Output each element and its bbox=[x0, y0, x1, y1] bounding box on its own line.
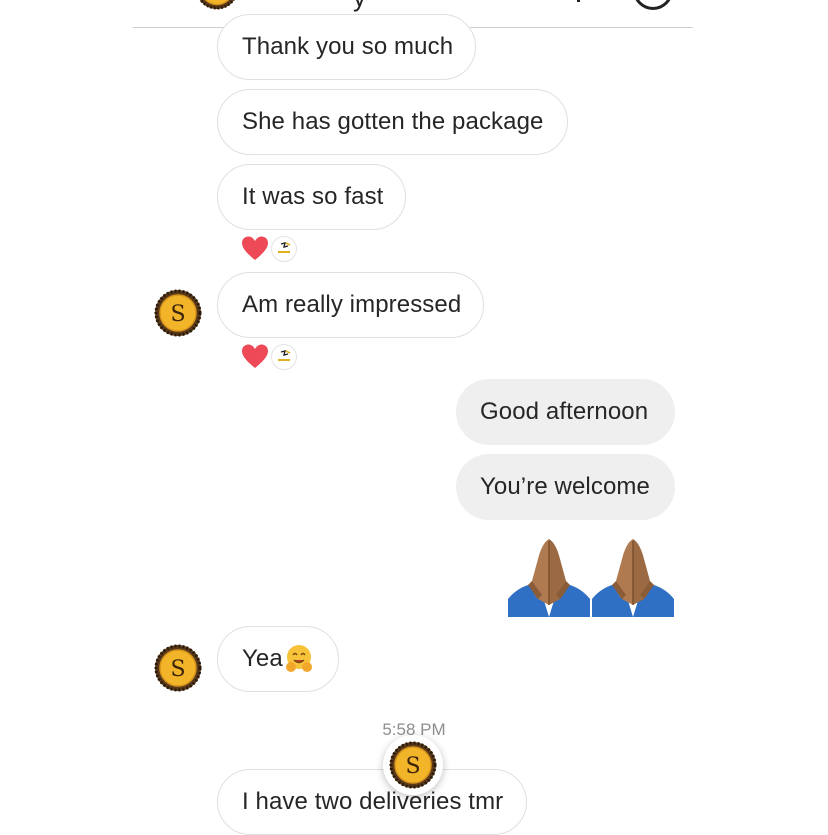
message-text: I have two deliveries tmr bbox=[242, 788, 504, 815]
heart-icon bbox=[241, 343, 269, 371]
sender-avatar[interactable]: S bbox=[154, 289, 202, 337]
message-text: You’re welcome bbox=[480, 473, 650, 500]
message-bubble-incoming[interactable]: Am really impressed bbox=[217, 272, 484, 338]
message-bubble-outgoing[interactable]: Good afternoon bbox=[456, 379, 675, 445]
phone-icon[interactable] bbox=[577, 0, 580, 2]
sender-badge-icon bbox=[271, 236, 297, 262]
message-bubble-incoming[interactable]: I have two deliveries tmr bbox=[217, 769, 527, 835]
avatar-letter: S bbox=[405, 754, 420, 779]
message-text: Am really impressed bbox=[242, 291, 462, 318]
message-bubble-incoming[interactable]: She has gotten the package bbox=[217, 89, 568, 155]
message-text: Good afternoon bbox=[480, 398, 649, 425]
folded-hands-icon bbox=[592, 535, 674, 617]
sender-badge-icon bbox=[271, 344, 297, 370]
info-icon[interactable] bbox=[633, 0, 673, 10]
message-text: Thank you so much bbox=[242, 33, 454, 60]
message-text: It was so fast bbox=[242, 183, 384, 210]
message-text: Yea bbox=[242, 645, 283, 672]
message-bubble-outgoing[interactable]: You’re welcome bbox=[456, 454, 675, 520]
message-bubble-incoming[interactable]: It was so fast bbox=[217, 164, 406, 230]
message-bubble-incoming[interactable]: Thank you so much bbox=[217, 14, 476, 80]
seen-avatar: S bbox=[383, 735, 443, 795]
message-reactions[interactable] bbox=[241, 343, 297, 371]
hugging-face-icon bbox=[285, 645, 312, 672]
folded-hands-icon bbox=[508, 535, 590, 617]
contact-avatar-icon[interactable] bbox=[195, 0, 239, 10]
sender-avatar[interactable]: S bbox=[154, 644, 202, 692]
message-reactions[interactable] bbox=[241, 235, 297, 263]
emoji-message-outgoing[interactable] bbox=[508, 535, 674, 617]
avatar-letter: S bbox=[170, 302, 185, 327]
heart-icon bbox=[241, 235, 269, 263]
avatar-letter: S bbox=[170, 657, 185, 682]
header-glyph: y bbox=[353, 0, 366, 13]
message-bubble-incoming[interactable]: Yea bbox=[217, 626, 339, 692]
message-text: She has gotten the package bbox=[242, 108, 544, 135]
